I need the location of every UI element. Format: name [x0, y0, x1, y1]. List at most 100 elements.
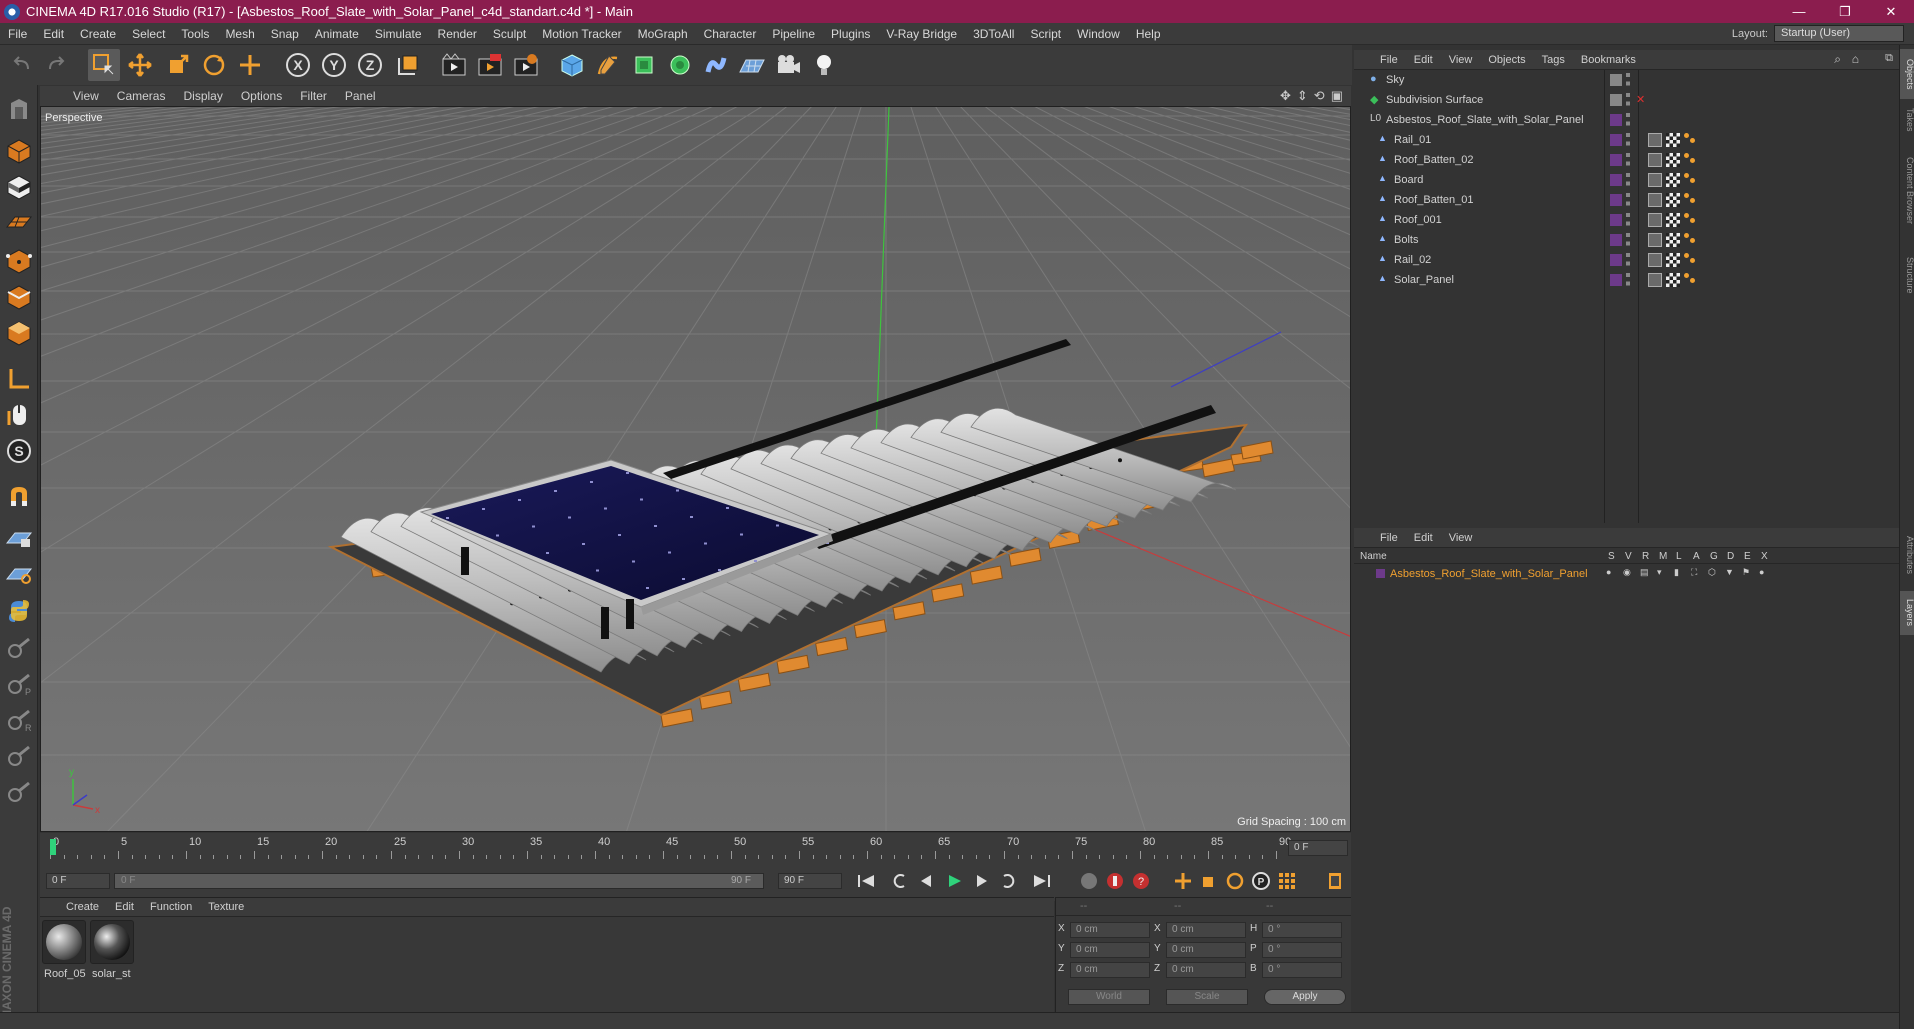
home-icon[interactable]: ⌂: [1852, 52, 1859, 66]
texture-tag-icon[interactable]: [1684, 253, 1696, 267]
new-window-icon[interactable]: ⧉: [1885, 52, 1893, 65]
object-row[interactable]: ▲ Board: [1354, 170, 1899, 190]
object-row[interactable]: ▲ Roof_Batten_01: [1354, 190, 1899, 210]
previous-frame-button[interactable]: [916, 870, 938, 892]
layer-column-header[interactable]: A: [1693, 551, 1700, 562]
render-view-button[interactable]: [438, 49, 470, 81]
layer-column-header[interactable]: M: [1659, 551, 1667, 562]
texture-tag-icon[interactable]: [1684, 133, 1696, 147]
coord-value-field[interactable]: 0 cm: [1070, 942, 1150, 958]
scale-dropdown[interactable]: Scale: [1166, 989, 1248, 1005]
tab-attributes[interactable]: Attributes: [1900, 525, 1914, 585]
texture-mode-button[interactable]: [3, 171, 35, 203]
live-selection-button[interactable]: [88, 49, 120, 81]
floor-object-button[interactable]: [736, 49, 768, 81]
coord-value-field[interactable]: 0 cm: [1070, 922, 1150, 938]
layer-column-header[interactable]: D: [1727, 551, 1734, 562]
camera-object-button[interactable]: [772, 49, 804, 81]
move-view-icon[interactable]: ✥: [1280, 88, 1291, 104]
menu-edit[interactable]: Edit: [35, 27, 72, 41]
layer-menu-edit[interactable]: Edit: [1406, 532, 1441, 544]
layer-column-header[interactable]: R: [1642, 551, 1649, 562]
texture-tag-icon[interactable]: [1684, 233, 1696, 247]
layer-tag[interactable]: [1610, 114, 1622, 126]
viewport-menu-panel[interactable]: Panel: [336, 89, 385, 103]
layer-tag[interactable]: [1610, 154, 1622, 166]
layer-flag-icon[interactable]: ▤: [1640, 567, 1649, 578]
material-menu-texture[interactable]: Texture: [200, 901, 252, 913]
tab-takes[interactable]: Takes: [1900, 103, 1914, 137]
layer-flag-icon[interactable]: ⛶: [1691, 567, 1697, 578]
phong-tag-icon[interactable]: [1648, 153, 1662, 167]
current-frame-field[interactable]: 0 F: [1288, 840, 1348, 856]
phong-tag-icon[interactable]: [1648, 173, 1662, 187]
workplane-mode-button[interactable]: [3, 207, 35, 239]
object-menu-view[interactable]: View: [1441, 54, 1481, 66]
material-menu-create[interactable]: Create: [58, 901, 107, 913]
layer-flag-icon[interactable]: ▾: [1657, 567, 1662, 578]
deformer-button[interactable]: [700, 49, 732, 81]
rotate-tool-button[interactable]: [198, 49, 230, 81]
menu-file[interactable]: File: [0, 27, 35, 41]
viewport-menu-options[interactable]: Options: [232, 89, 291, 103]
material-tag-icon[interactable]: [1666, 253, 1680, 267]
layer-column-header[interactable]: E: [1744, 551, 1751, 562]
light-object-button[interactable]: [808, 49, 840, 81]
visibility-dots-icon[interactable]: [1626, 173, 1630, 187]
menu-mesh[interactable]: Mesh: [217, 27, 262, 41]
coord-value-field[interactable]: 0 cm: [1166, 922, 1246, 938]
object-menu-tags[interactable]: Tags: [1534, 54, 1573, 66]
texture-tag-icon[interactable]: [1684, 173, 1696, 187]
layer-flag-icon[interactable]: ◉: [1623, 567, 1631, 578]
layer-flag-icon[interactable]: ⬡: [1708, 567, 1716, 578]
previous-key-button[interactable]: [889, 870, 911, 892]
pen-spline-button[interactable]: [592, 49, 624, 81]
object-row[interactable]: ▲ Bolts: [1354, 230, 1899, 250]
texture-tag-icon[interactable]: [1684, 193, 1696, 207]
cloner-button[interactable]: [664, 49, 696, 81]
visibility-dots-icon[interactable]: [1626, 93, 1630, 107]
zoom-view-icon[interactable]: ⇕: [1297, 88, 1308, 104]
object-row[interactable]: L0 Asbestos_Roof_Slate_with_Solar_Panel: [1354, 110, 1899, 130]
visibility-dots-icon[interactable]: [1626, 213, 1630, 227]
layer-tag[interactable]: [1610, 134, 1622, 146]
redo-button[interactable]: [40, 49, 72, 81]
visibility-dots-icon[interactable]: [1626, 253, 1630, 267]
material-tag-icon[interactable]: [1666, 153, 1680, 167]
brush-tool-2-icon[interactable]: P: [3, 669, 35, 701]
axis-mode-button[interactable]: [3, 363, 35, 395]
menu-help[interactable]: Help: [1128, 27, 1169, 41]
visibility-dots-icon[interactable]: [1626, 133, 1630, 147]
phong-tag-icon[interactable]: [1648, 273, 1662, 287]
point-level-track-button[interactable]: [1276, 870, 1298, 892]
layer-menu-view[interactable]: View: [1441, 532, 1481, 544]
workplane-lock-button[interactable]: [3, 523, 35, 555]
undo-button[interactable]: [6, 49, 38, 81]
subdivision-surface-button[interactable]: [628, 49, 660, 81]
cube-object-button[interactable]: [556, 49, 588, 81]
coord-value-field[interactable]: 0 cm: [1166, 942, 1246, 958]
spline-snap-button[interactable]: [3, 559, 35, 591]
search-icon[interactable]: ⌕: [1834, 52, 1841, 67]
phong-tag-icon[interactable]: [1648, 213, 1662, 227]
apply-button[interactable]: Apply: [1264, 989, 1346, 1005]
material-tag-icon[interactable]: [1666, 173, 1680, 187]
preview-range-slider[interactable]: 0 F 90 F: [114, 873, 764, 889]
visibility-dots-icon[interactable]: [1626, 113, 1630, 127]
minimize-button[interactable]: —: [1776, 0, 1822, 23]
texture-tag-icon[interactable]: [1684, 213, 1696, 227]
visibility-dots-icon[interactable]: [1626, 193, 1630, 207]
position-track-button[interactable]: [1172, 870, 1194, 892]
coord-value-field[interactable]: 0 °: [1262, 962, 1342, 978]
3d-viewport[interactable]: Perspective Grid Spacing : 100 cm y x: [40, 106, 1351, 832]
tab-layers[interactable]: Layers: [1900, 591, 1914, 635]
move-tool-button[interactable]: [124, 49, 156, 81]
layer-column-header[interactable]: V: [1625, 551, 1632, 562]
y-axis-lock-button[interactable]: Y: [318, 49, 350, 81]
layer-flag-icon[interactable]: ●: [1759, 567, 1764, 577]
brush-tool-3-icon[interactable]: R: [3, 705, 35, 737]
menu-plugins[interactable]: Plugins: [823, 27, 878, 41]
last-tool-button[interactable]: [234, 49, 266, 81]
object-row[interactable]: ◆ Subdivision Surface ✕: [1354, 90, 1899, 110]
go-to-end-button[interactable]: [1031, 870, 1053, 892]
